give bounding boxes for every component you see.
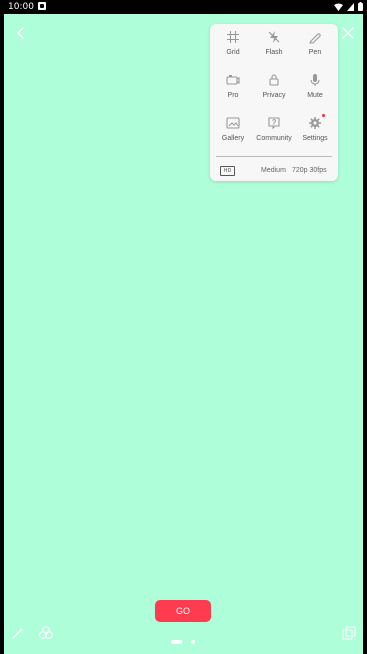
menu-item-label: Mute <box>307 92 323 99</box>
community-icon <box>268 117 280 130</box>
page-indicator-dot[interactable] <box>191 640 195 644</box>
wifi-icon <box>334 3 343 11</box>
gallery-icon <box>226 117 240 129</box>
menu-item-pro[interactable]: Pro <box>212 69 254 109</box>
menu-item-privacy[interactable]: Privacy <box>253 69 295 109</box>
pro-camera-icon <box>226 75 240 85</box>
notification-dot <box>322 114 325 117</box>
menu-item-label: Grid <box>226 49 240 56</box>
hd-badge: HD <box>220 166 235 176</box>
filters-icon[interactable] <box>38 625 54 641</box>
pen-icon <box>309 33 321 44</box>
menu-item-grid[interactable]: Grid <box>212 26 254 66</box>
menu-item-label: Flash <box>265 49 283 56</box>
quick-settings-menu: Grid Flash Pen Pro Privacy Mute Gallery … <box>210 24 338 181</box>
menu-item-pen[interactable]: Pen <box>294 26 336 66</box>
switch-camera-icon[interactable] <box>341 625 357 641</box>
status-bar: 10:00 <box>0 0 367 14</box>
resolution-value[interactable]: 720p 30fps <box>292 167 327 174</box>
menu-item-label: Pen <box>308 49 322 56</box>
menu-item-mute[interactable]: Mute <box>294 69 336 109</box>
menu-item-flash[interactable]: Flash <box>253 26 295 66</box>
menu-item-label: Pro <box>227 92 239 99</box>
lock-icon <box>269 74 279 86</box>
menu-item-settings[interactable]: Settings <box>294 112 336 152</box>
menu-item-label: Settings <box>302 135 328 142</box>
resolution-label[interactable]: Medium <box>261 167 286 174</box>
menu-item-community[interactable]: Community <box>253 112 295 152</box>
flash-off-icon <box>268 31 280 43</box>
status-icons <box>334 2 363 11</box>
mic-icon <box>310 74 320 86</box>
camera-preview[interactable]: Grid Flash Pen Pro Privacy Mute Gallery … <box>4 14 363 654</box>
menu-item-label: Community <box>256 135 292 142</box>
grid-icon <box>227 31 239 43</box>
magic-wand-icon[interactable] <box>10 625 26 641</box>
close-icon[interactable] <box>339 24 357 42</box>
menu-divider <box>216 156 332 157</box>
settings-icon <box>309 117 321 129</box>
menu-item-label: Gallery <box>221 135 245 142</box>
page-indicator-active <box>171 640 182 644</box>
signal-icon <box>347 2 354 11</box>
notification-icon <box>38 2 46 10</box>
back-icon[interactable] <box>12 24 30 42</box>
menu-item-gallery[interactable]: Gallery <box>212 112 254 152</box>
menu-item-label: Privacy <box>262 92 286 99</box>
battery-icon <box>358 2 363 11</box>
go-button[interactable]: GO <box>155 600 211 622</box>
status-time: 10:00 <box>8 2 34 12</box>
